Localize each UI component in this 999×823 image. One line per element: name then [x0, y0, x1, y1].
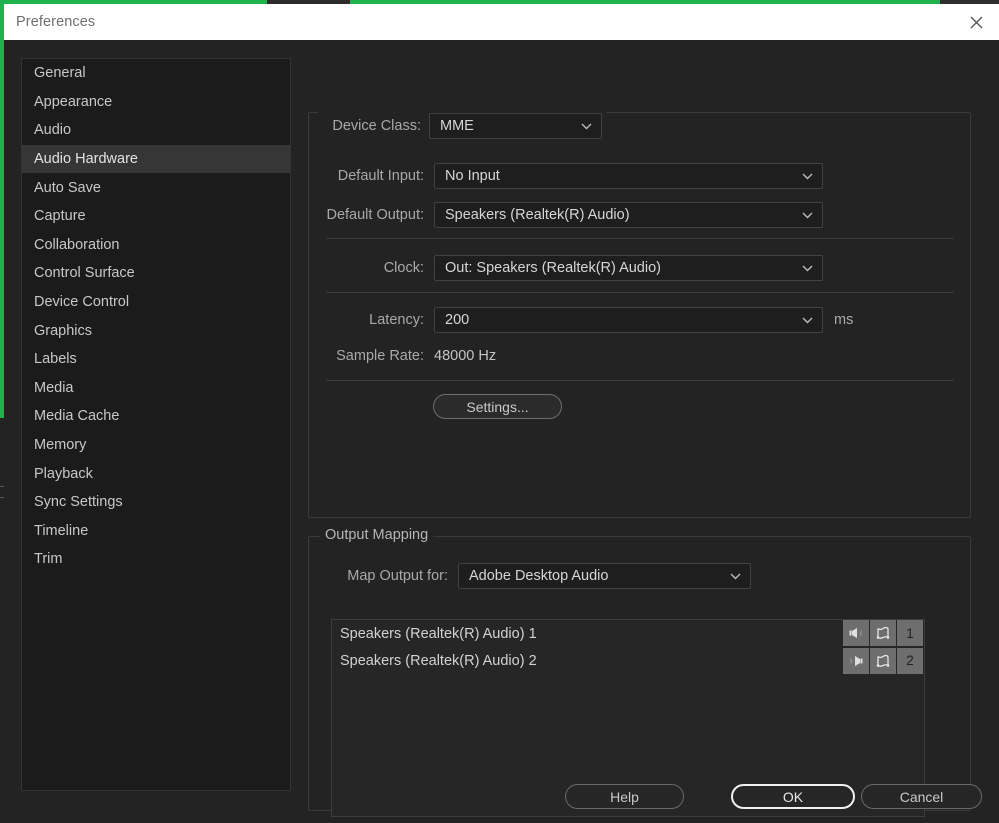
close-icon[interactable]	[953, 4, 999, 40]
clip-mapping-icon[interactable]	[870, 647, 896, 674]
map-output-for-label: Map Output for:	[347, 568, 448, 584]
latency-units-label: ms	[834, 312, 854, 328]
latency-value: 200	[445, 312, 470, 328]
sidebar-item-capture[interactable]: Capture	[22, 202, 290, 231]
sample-rate-label: Sample Rate:	[336, 348, 424, 364]
mapping-channel-label: Speakers (Realtek(R) Audio) 1	[340, 625, 537, 642]
mapping-row-controls: 2	[842, 647, 923, 674]
sidebar-item-label: Playback	[34, 465, 93, 482]
cancel-button[interactable]: Cancel	[861, 784, 982, 809]
default-output-select[interactable]: Speakers (Realtek(R) Audio)	[434, 202, 823, 228]
sidebar-item-label: Sync Settings	[34, 494, 123, 511]
default-input-select[interactable]: No Input	[434, 163, 823, 189]
mapping-channel-label: Speakers (Realtek(R) Audio) 2	[340, 653, 537, 670]
latency-label: Latency:	[369, 312, 424, 328]
map-output-for-value: Adobe Desktop Audio	[469, 568, 609, 584]
default-input-value: No Input	[445, 168, 500, 184]
map-output-for-row: Map Output for: Adobe Desktop Audio	[331, 563, 751, 589]
clock-row: Clock: Out: Speakers (Realtek(R) Audio)	[326, 255, 823, 281]
sample-rate-row: Sample Rate: 48000 Hz	[326, 348, 496, 364]
sidebar-item-audio-hardware[interactable]: Audio Hardware	[22, 144, 290, 174]
sidebar-item-sync-settings[interactable]: Sync Settings	[22, 488, 290, 517]
dialog-button-bar: Help OK Cancel	[4, 777, 999, 823]
sidebar-item-label: Media	[34, 379, 74, 396]
sidebar-item-collaboration[interactable]: Collaboration	[22, 231, 290, 260]
help-button[interactable]: Help	[565, 784, 684, 809]
clock-value: Out: Speakers (Realtek(R) Audio)	[445, 260, 661, 276]
speaker-right-icon[interactable]	[843, 647, 869, 674]
dialog-title: Preferences	[16, 14, 96, 30]
device-class-value: MME	[440, 118, 474, 134]
sidebar-item-labels[interactable]: Labels	[22, 345, 290, 374]
default-input-row: Default Input: No Input	[326, 163, 823, 189]
device-class-label: Device Class:	[332, 118, 421, 134]
sidebar-item-label: General	[34, 65, 86, 82]
latency-select[interactable]: 200	[434, 307, 823, 333]
map-output-for-select[interactable]: Adobe Desktop Audio	[458, 563, 751, 589]
output-mapping-legend: Output Mapping	[320, 528, 434, 544]
sidebar-item-memory[interactable]: Memory	[22, 431, 290, 460]
sidebar-item-label: Auto Save	[34, 179, 101, 196]
section-divider-1	[326, 238, 954, 239]
ok-button[interactable]: OK	[731, 784, 855, 809]
latency-row: Latency: 200 ms	[326, 307, 853, 333]
sidebar-item-label: Device Control	[34, 294, 130, 311]
default-input-label: Default Input:	[337, 168, 424, 184]
dialog-body: General Appearance Audio Audio Hardware …	[4, 40, 999, 823]
sidebar-item-label: Memory	[34, 437, 87, 454]
sidebar-item-label: Control Surface	[34, 265, 135, 282]
sidebar-item-auto-save[interactable]: Auto Save	[22, 173, 290, 202]
settings-button[interactable]: Settings...	[433, 394, 562, 419]
sidebar-item-label: Media Cache	[34, 408, 120, 425]
device-class-select[interactable]: MME	[429, 113, 602, 139]
mapping-row-controls: 1	[842, 620, 923, 646]
sidebar-item-general[interactable]: General	[22, 59, 290, 88]
device-class-row: Device Class: MME	[326, 113, 602, 139]
sidebar-item-audio[interactable]: Audio	[22, 116, 290, 145]
table-row[interactable]: Speakers (Realtek(R) Audio) 2 2	[332, 647, 924, 676]
clip-mapping-icon[interactable]	[870, 620, 896, 646]
sidebar-item-label: Audio	[34, 122, 72, 139]
sidebar-item-label: Collaboration	[34, 236, 120, 253]
sidebar-item-media[interactable]: Media	[22, 374, 290, 403]
sidebar-item-label: Appearance	[34, 93, 113, 110]
preferences-category-list[interactable]: General Appearance Audio Audio Hardware …	[21, 58, 291, 791]
table-row[interactable]: Speakers (Realtek(R) Audio) 1 1	[332, 620, 924, 648]
sidebar-item-label: Capture	[34, 208, 86, 225]
default-output-value: Speakers (Realtek(R) Audio)	[445, 207, 630, 223]
sidebar-item-label: Audio Hardware	[34, 151, 138, 168]
speaker-left-icon[interactable]	[843, 620, 869, 646]
sidebar-item-appearance[interactable]: Appearance	[22, 88, 290, 117]
chevron-down-icon	[802, 312, 813, 328]
chevron-down-icon	[802, 260, 813, 276]
chevron-down-icon	[730, 568, 741, 584]
sidebar-item-media-cache[interactable]: Media Cache	[22, 402, 290, 431]
sidebar-item-control-surface[interactable]: Control Surface	[22, 259, 290, 288]
default-output-row: Default Output: Speakers (Realtek(R) Aud…	[326, 202, 823, 228]
sidebar-item-graphics[interactable]: Graphics	[22, 316, 290, 345]
mapping-channel-number[interactable]: 2	[897, 647, 923, 674]
sidebar-item-label: Graphics	[34, 322, 93, 339]
sidebar-item-trim[interactable]: Trim	[22, 545, 290, 574]
sidebar-item-device-control[interactable]: Device Control	[22, 288, 290, 317]
mapping-channel-number[interactable]: 1	[897, 620, 923, 646]
sidebar-item-label: Labels	[34, 351, 77, 368]
sidebar-item-label: Trim	[34, 551, 63, 568]
section-divider-2	[326, 292, 954, 293]
default-output-label: Default Output:	[326, 207, 424, 223]
sample-rate-value: 48000 Hz	[434, 348, 497, 364]
preferences-dialog: Preferences General Appearance Audio Aud…	[4, 4, 999, 823]
sidebar-item-playback[interactable]: Playback	[22, 459, 290, 488]
chevron-down-icon	[581, 118, 592, 134]
sidebar-item-timeline[interactable]: Timeline	[22, 517, 290, 546]
dialog-titlebar: Preferences	[4, 4, 999, 40]
chevron-down-icon	[802, 207, 813, 223]
clock-select[interactable]: Out: Speakers (Realtek(R) Audio)	[434, 255, 823, 281]
sidebar-item-label: Timeline	[34, 522, 89, 539]
section-divider-3	[326, 380, 954, 381]
clock-label: Clock:	[383, 260, 424, 276]
chevron-down-icon	[802, 168, 813, 184]
